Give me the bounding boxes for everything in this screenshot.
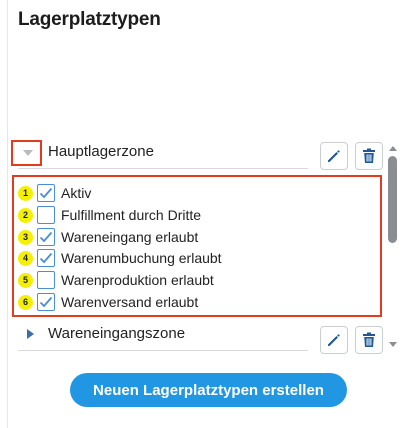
chevron-down-icon [23,150,33,156]
zone-toggle-hauptlagerzone[interactable] [11,140,42,166]
option-warenproduktion[interactable]: 5 Warenproduktion erlaubt [18,270,214,290]
checkmark-icon [39,296,53,308]
option-label: Wareneingang erlaubt [61,229,199,245]
edit-button-hauptlagerzone[interactable] [320,142,348,170]
page-title: Lagerplatztypen [18,9,161,30]
option-wareneingang[interactable]: 3 Wareneingang erlaubt [18,227,198,247]
zone-divider [18,168,308,169]
trash-icon [363,332,375,347]
checkbox-warenproduktion[interactable] [37,271,55,289]
step-badge: 1 [18,185,33,201]
checkbox-warenumbuchung[interactable] [37,249,55,267]
edit-button-wareneingangszone[interactable] [320,326,348,354]
step-badge: 2 [18,207,33,223]
scroll-down-arrow[interactable] [389,342,397,347]
scrollbar-thumb[interactable] [388,156,397,243]
pencil-icon [328,150,340,162]
zone-divider [18,350,308,351]
checkbox-wareneingang[interactable] [37,228,55,246]
option-label: Warenversand erlaubt [61,294,199,310]
option-label: Aktiv [61,185,92,201]
trash-icon [363,148,375,163]
option-warenumbuchung[interactable]: 4 Warenumbuchung erlaubt [18,248,222,268]
checkbox-fulfillment[interactable] [37,206,55,224]
pencil-icon [328,334,340,346]
chevron-right-icon[interactable] [27,329,34,339]
option-label: Warenumbuchung erlaubt [61,250,222,266]
checkmark-icon [39,252,53,264]
checkmark-icon [39,187,53,199]
delete-button-wareneingangszone[interactable] [355,326,383,354]
option-label: Warenproduktion erlaubt [61,272,214,288]
option-label: Fulfillment durch Dritte [61,207,202,223]
step-badge: 6 [18,294,33,310]
step-badge: 5 [18,272,33,288]
checkbox-aktiv[interactable] [37,184,55,202]
option-aktiv[interactable]: 1 Aktiv [18,183,91,203]
scroll-up-arrow[interactable] [389,146,397,151]
panel-left-border [7,0,8,428]
step-badge: 4 [18,250,33,266]
option-fulfillment[interactable]: 2 Fulfillment durch Dritte [18,205,201,225]
create-lagerplatztyp-button[interactable]: Neuen Lagerplatztypen erstellen [70,373,347,407]
checkbox-warenversand[interactable] [37,293,55,311]
step-badge: 3 [18,229,33,245]
checkmark-icon [39,231,53,243]
zone-label-hauptlagerzone: Hauptlagerzone [48,143,154,160]
option-warenversand[interactable]: 6 Warenversand erlaubt [18,292,198,312]
zone-label-wareneingangszone[interactable]: Wareneingangszone [48,325,185,342]
delete-button-hauptlagerzone[interactable] [355,142,383,170]
